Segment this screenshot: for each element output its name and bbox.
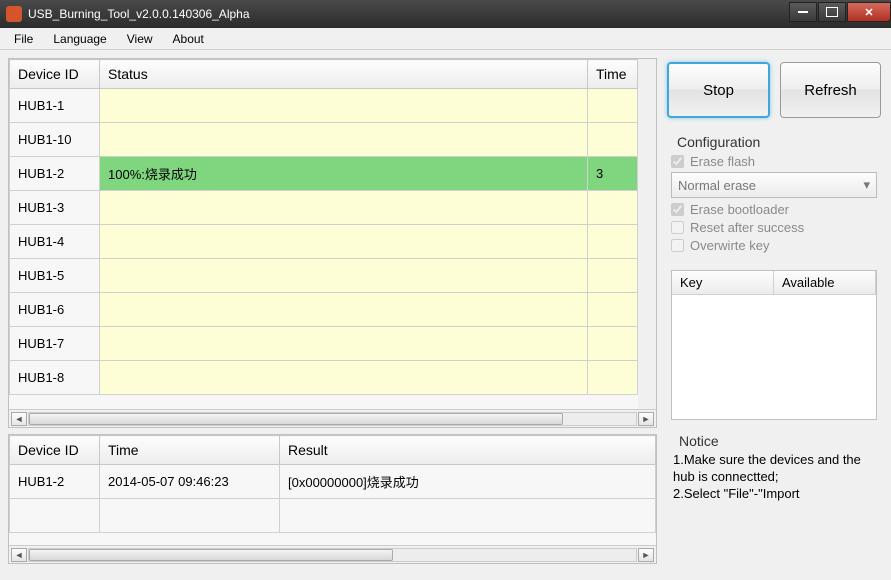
- erase-mode-select[interactable]: Normal erase ▾: [671, 172, 877, 198]
- cell-time: [588, 361, 638, 395]
- chevron-down-icon: ▾: [863, 177, 870, 193]
- table-row[interactable]: HUB1-3: [10, 191, 638, 225]
- cell-status: [100, 123, 588, 157]
- cell-time: 3: [588, 157, 638, 191]
- cell-device-id: HUB1-2: [10, 157, 100, 191]
- cell-status: 100%:烧录成功: [100, 157, 588, 191]
- table-row[interactable]: HUB1-10: [10, 123, 638, 157]
- cell-time: [588, 293, 638, 327]
- cell-device-id: HUB1-6: [10, 293, 100, 327]
- menu-file[interactable]: File: [4, 30, 43, 48]
- key-col-key[interactable]: Key: [672, 271, 774, 294]
- reset-after-checkbox[interactable]: Reset after success: [671, 220, 877, 235]
- menu-language[interactable]: Language: [43, 30, 116, 48]
- configuration-title: Configuration: [677, 134, 877, 150]
- app-icon: [6, 6, 22, 22]
- erase-bootloader-input[interactable]: [671, 203, 684, 216]
- device-status-panel: Device ID Status Time HUB1-1HUB1-10HUB1-…: [8, 58, 657, 428]
- cell-status: [100, 89, 588, 123]
- notice-section: Notice 1.Make sure the devices and the h…: [665, 424, 883, 509]
- table-row[interactable]: HUB1-22014-05-07 09:46:23[0x00000000]烧录成…: [10, 465, 656, 499]
- vertical-scrollbar[interactable]: [638, 59, 656, 409]
- cell-device-id: HUB1-4: [10, 225, 100, 259]
- cell-time: [588, 259, 638, 293]
- col-time[interactable]: Time: [588, 60, 638, 89]
- cell-device-id: HUB1-8: [10, 361, 100, 395]
- erase-flash-input[interactable]: [671, 155, 684, 168]
- maximize-button[interactable]: [818, 2, 846, 22]
- table-row[interactable]: HUB1-6: [10, 293, 638, 327]
- reset-after-input[interactable]: [671, 221, 684, 234]
- col-device-id[interactable]: Device ID: [10, 60, 100, 89]
- table-row[interactable]: HUB1-4: [10, 225, 638, 259]
- cell-device-id: HUB1-7: [10, 327, 100, 361]
- result-log-table[interactable]: Device ID Time Result HUB1-22014-05-07 0…: [9, 435, 656, 533]
- menu-bar: File Language View About: [0, 28, 891, 50]
- table-row[interactable]: HUB1-8: [10, 361, 638, 395]
- table-row[interactable]: HUB1-7: [10, 327, 638, 361]
- erase-flash-checkbox[interactable]: Erase flash: [671, 154, 877, 169]
- erase-bootloader-checkbox[interactable]: Erase bootloader: [671, 202, 877, 217]
- cell-status: [100, 191, 588, 225]
- cell-status: [100, 259, 588, 293]
- table-row: [10, 499, 656, 533]
- cell-time: 2014-05-07 09:46:23: [100, 465, 280, 499]
- cell-device-id: HUB1-3: [10, 191, 100, 225]
- cell-status: [100, 361, 588, 395]
- refresh-button[interactable]: Refresh: [780, 62, 881, 118]
- table-row[interactable]: HUB1-1: [10, 89, 638, 123]
- configuration-section: Configuration Erase flash Normal erase ▾…: [665, 132, 883, 262]
- log-scroll-left-button[interactable]: ◄: [11, 548, 27, 562]
- cell-status: [100, 327, 588, 361]
- log-horizontal-scrollbar[interactable]: ◄ ►: [9, 545, 656, 563]
- key-col-available[interactable]: Available: [774, 271, 876, 294]
- stop-button[interactable]: Stop: [667, 62, 770, 118]
- window-title: USB_Burning_Tool_v2.0.0.140306_Alpha: [28, 7, 250, 21]
- menu-view[interactable]: View: [117, 30, 163, 48]
- close-button[interactable]: [847, 2, 891, 22]
- device-status-table[interactable]: Device ID Status Time HUB1-1HUB1-10HUB1-…: [9, 59, 638, 395]
- cell-status: [100, 225, 588, 259]
- notice-title: Notice: [679, 432, 875, 450]
- overwrite-key-input[interactable]: [671, 239, 684, 252]
- log-scroll-right-button[interactable]: ►: [638, 548, 654, 562]
- cell-status: [100, 293, 588, 327]
- cell-device-id: HUB1-1: [10, 89, 100, 123]
- overwrite-key-checkbox[interactable]: Overwirte key: [671, 238, 877, 253]
- cell-time: [588, 327, 638, 361]
- log-col-time[interactable]: Time: [100, 436, 280, 465]
- log-col-device-id[interactable]: Device ID: [10, 436, 100, 465]
- scroll-left-button[interactable]: ◄: [11, 412, 27, 426]
- scroll-right-button[interactable]: ►: [638, 412, 654, 426]
- cell-time: [588, 123, 638, 157]
- cell-time: [588, 191, 638, 225]
- cell-device-id: HUB1-10: [10, 123, 100, 157]
- notice-line-2: 2.Select "File"-"Import: [673, 486, 875, 503]
- result-log-panel: Device ID Time Result HUB1-22014-05-07 0…: [8, 434, 657, 564]
- table-row[interactable]: HUB1-2100%:烧录成功3: [10, 157, 638, 191]
- cell-result: [0x00000000]烧录成功: [280, 465, 656, 499]
- notice-line-1: 1.Make sure the devices and the hub is c…: [673, 452, 875, 486]
- key-table[interactable]: Key Available: [671, 270, 877, 420]
- horizontal-scrollbar[interactable]: ◄ ►: [9, 409, 656, 427]
- title-bar: USB_Burning_Tool_v2.0.0.140306_Alpha: [0, 0, 891, 28]
- cell-device-id: HUB1-2: [10, 465, 100, 499]
- cell-time: [588, 225, 638, 259]
- minimize-button[interactable]: [789, 2, 817, 22]
- cell-device-id: HUB1-5: [10, 259, 100, 293]
- table-row[interactable]: HUB1-5: [10, 259, 638, 293]
- cell-time: [588, 89, 638, 123]
- menu-about[interactable]: About: [163, 30, 214, 48]
- col-status[interactable]: Status: [100, 60, 588, 89]
- log-col-result[interactable]: Result: [280, 436, 656, 465]
